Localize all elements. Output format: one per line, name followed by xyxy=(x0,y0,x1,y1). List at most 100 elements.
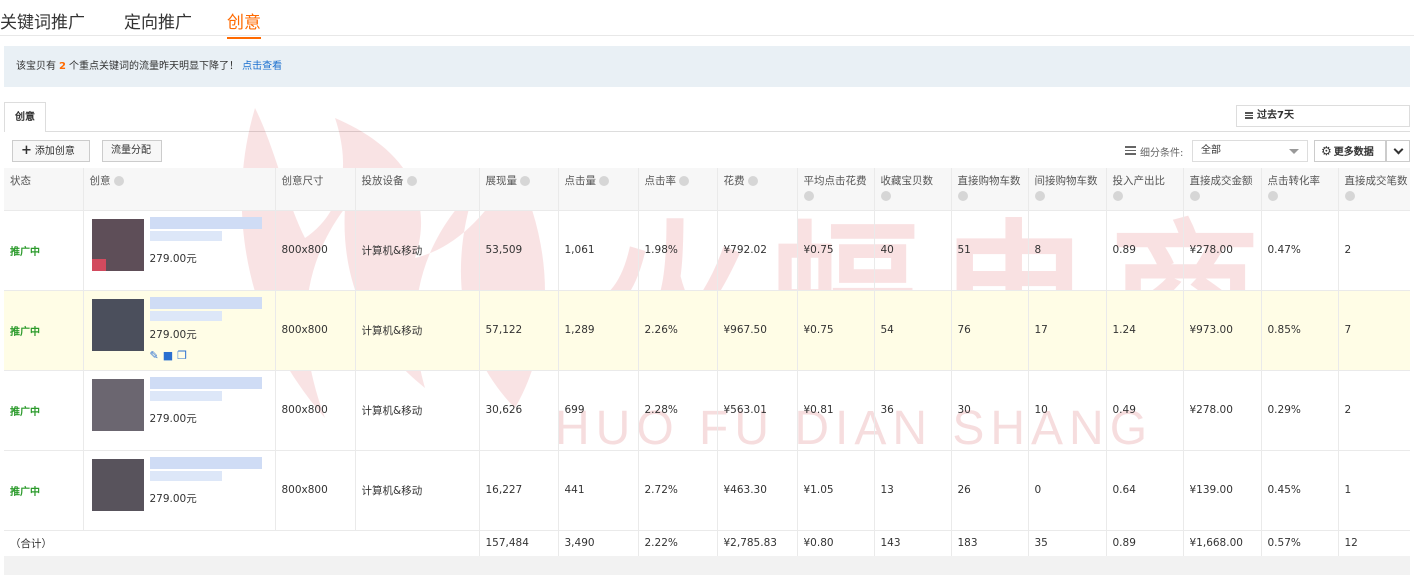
cell-indirect-cart: 8 xyxy=(1027,210,1106,290)
creative-thumbnail[interactable] xyxy=(91,298,144,351)
creative-thumbnail[interactable] xyxy=(91,218,144,271)
col-indirect-cart[interactable]: 间接购物车数 xyxy=(1027,168,1106,210)
creative-subtitle-blurred xyxy=(149,470,222,481)
table-row: 推广中 279.00元 800x800 计算机&移动 16,227 441 2.… xyxy=(4,450,1410,530)
sub-tab-creative[interactable]: 创意 xyxy=(4,102,46,132)
creative-subtitle-blurred xyxy=(149,230,222,241)
cell-device: 计算机&移动 xyxy=(354,370,479,450)
cell-impressions: 53,509 xyxy=(478,210,558,290)
help-icon[interactable] xyxy=(406,176,417,186)
cell-impressions: 57,122 xyxy=(478,290,558,370)
cell-favorites: 54 xyxy=(873,290,951,370)
top-tab-bar: 关键词推广 定向推广 创意 xyxy=(0,0,1414,39)
cell-cpc: ¥0.81 xyxy=(796,370,874,450)
help-icon[interactable] xyxy=(1034,191,1045,201)
creative-subtitle-blurred xyxy=(149,390,222,401)
creative-title-blurred xyxy=(149,376,262,389)
filter-list-icon xyxy=(1125,146,1136,155)
help-icon[interactable] xyxy=(520,176,530,186)
edit-icon[interactable]: ✎ xyxy=(150,349,163,362)
cell-impressions: 16,227 xyxy=(478,450,558,530)
creative-thumbnail[interactable] xyxy=(91,458,144,511)
help-icon[interactable] xyxy=(599,176,609,186)
tab-keyword-promotion[interactable]: 关键词推广 xyxy=(0,8,85,33)
cell-direct-orders: 2 xyxy=(1337,210,1410,290)
creative-price: 279.00元 xyxy=(149,328,197,341)
col-impressions[interactable]: 展现量 xyxy=(478,168,558,210)
total-direct-cart: 183 xyxy=(950,530,1028,556)
help-icon[interactable] xyxy=(803,191,814,201)
cell-size: 800x800 xyxy=(274,370,355,450)
help-icon[interactable] xyxy=(1112,191,1123,201)
table-row: 推广中 279.00元 800x800 计算机&移动 53,509 1,061 … xyxy=(4,210,1410,290)
tab-creative[interactable]: 创意 xyxy=(227,8,261,39)
help-icon[interactable] xyxy=(1267,191,1278,201)
tab-targeted-promotion[interactable]: 定向推广 xyxy=(124,8,192,33)
add-creative-label: 添加创意 xyxy=(34,146,75,157)
help-icon[interactable] xyxy=(957,191,968,201)
col-cost[interactable]: 花费 xyxy=(716,168,797,210)
gear-icon: ⚙ xyxy=(1321,144,1332,158)
creative-report-table: 状态 创意 创意尺寸 投放设备 展现量 点击量 点击率 花费 平均点击花费 收藏… xyxy=(4,168,1410,557)
col-ctr[interactable]: 点击率 xyxy=(637,168,717,210)
cell-clicks: 1,289 xyxy=(557,290,638,370)
cell-favorites: 13 xyxy=(873,450,951,530)
total-clicks: 3,490 xyxy=(557,530,638,556)
traffic-allocation-button[interactable]: 流量分配 xyxy=(102,140,162,162)
col-clicks[interactable]: 点击量 xyxy=(557,168,638,210)
cell-direct-amount: ¥139.00 xyxy=(1182,450,1261,530)
cell-direct-cart: 51 xyxy=(950,210,1028,290)
notice-count: 2 xyxy=(59,61,66,72)
col-direct-amount[interactable]: 直接成交金额 xyxy=(1182,168,1261,210)
date-range-button[interactable]: 过去7天 xyxy=(1236,105,1410,127)
creative-title-blurred xyxy=(149,456,262,469)
col-status: 状态 xyxy=(10,175,31,187)
more-data-dropdown-button[interactable] xyxy=(1386,140,1410,162)
creative-cell: 279.00元 xyxy=(82,450,275,530)
col-roi[interactable]: 投入产出比 xyxy=(1105,168,1183,210)
total-direct-orders: 12 xyxy=(1337,530,1410,556)
plus-icon: + xyxy=(21,143,32,158)
help-icon[interactable] xyxy=(1189,191,1200,201)
copy-icon[interactable]: ❐ xyxy=(177,349,191,362)
col-direct-cart[interactable]: 直接购物车数 xyxy=(950,168,1028,210)
cell-direct-amount: ¥278.00 xyxy=(1182,210,1261,290)
cell-size: 800x800 xyxy=(274,450,355,530)
help-icon[interactable] xyxy=(1344,191,1355,201)
cell-device: 计算机&移动 xyxy=(354,210,479,290)
delete-icon[interactable]: ■ xyxy=(163,349,177,362)
col-favorites[interactable]: 收藏宝贝数 xyxy=(873,168,951,210)
cell-direct-cart: 26 xyxy=(950,450,1028,530)
help-icon[interactable] xyxy=(113,176,124,186)
cell-indirect-cart: 17 xyxy=(1027,290,1106,370)
add-creative-button[interactable]: + 添加创意 xyxy=(12,140,90,162)
help-icon[interactable] xyxy=(880,191,891,201)
creative-subtitle-blurred xyxy=(149,310,222,321)
col-avg-cpc[interactable]: 平均点击花费 xyxy=(796,168,874,210)
total-impressions: 157,484 xyxy=(478,530,558,556)
creative-thumbnail[interactable] xyxy=(91,378,144,431)
help-icon[interactable] xyxy=(679,176,689,186)
col-creative-size: 创意尺寸 xyxy=(274,168,355,210)
segment-select[interactable]: 全部 xyxy=(1192,140,1308,162)
chevron-down-icon xyxy=(1393,144,1403,155)
status-badge: 推广中 xyxy=(10,406,40,418)
cell-cpc: ¥1.05 xyxy=(796,450,874,530)
col-direct-orders[interactable]: 直接成交笔数 xyxy=(1337,168,1410,210)
table-row: 推广中 279.00元 800x800 计算机&移动 30,626 699 2.… xyxy=(4,370,1410,450)
table-total-row: （合计） 157,484 3,490 2.22% ¥2,785.83 ¥0.80… xyxy=(4,530,1410,556)
cell-roi: 0.49 xyxy=(1105,370,1183,450)
help-icon[interactable] xyxy=(747,176,758,186)
notice-view-link[interactable]: 点击查看 xyxy=(242,61,282,72)
table-row: 推广中 279.00元 ✎■❐ 800x800 计算机&移动 57,122 1,… xyxy=(4,290,1410,370)
table-footer-band xyxy=(4,556,1410,575)
more-data-button[interactable]: ⚙ 更多数据 xyxy=(1314,140,1386,162)
col-cvr[interactable]: 点击转化率 xyxy=(1260,168,1338,210)
cell-ctr: 2.28% xyxy=(637,370,717,450)
cell-cost: ¥792.02 xyxy=(716,210,797,290)
cell-indirect-cart: 0 xyxy=(1027,450,1106,530)
status-badge: 推广中 xyxy=(10,486,40,498)
cell-cpc: ¥0.75 xyxy=(796,210,874,290)
cell-cvr: 0.47% xyxy=(1260,210,1338,290)
cell-direct-orders: 7 xyxy=(1337,290,1410,370)
